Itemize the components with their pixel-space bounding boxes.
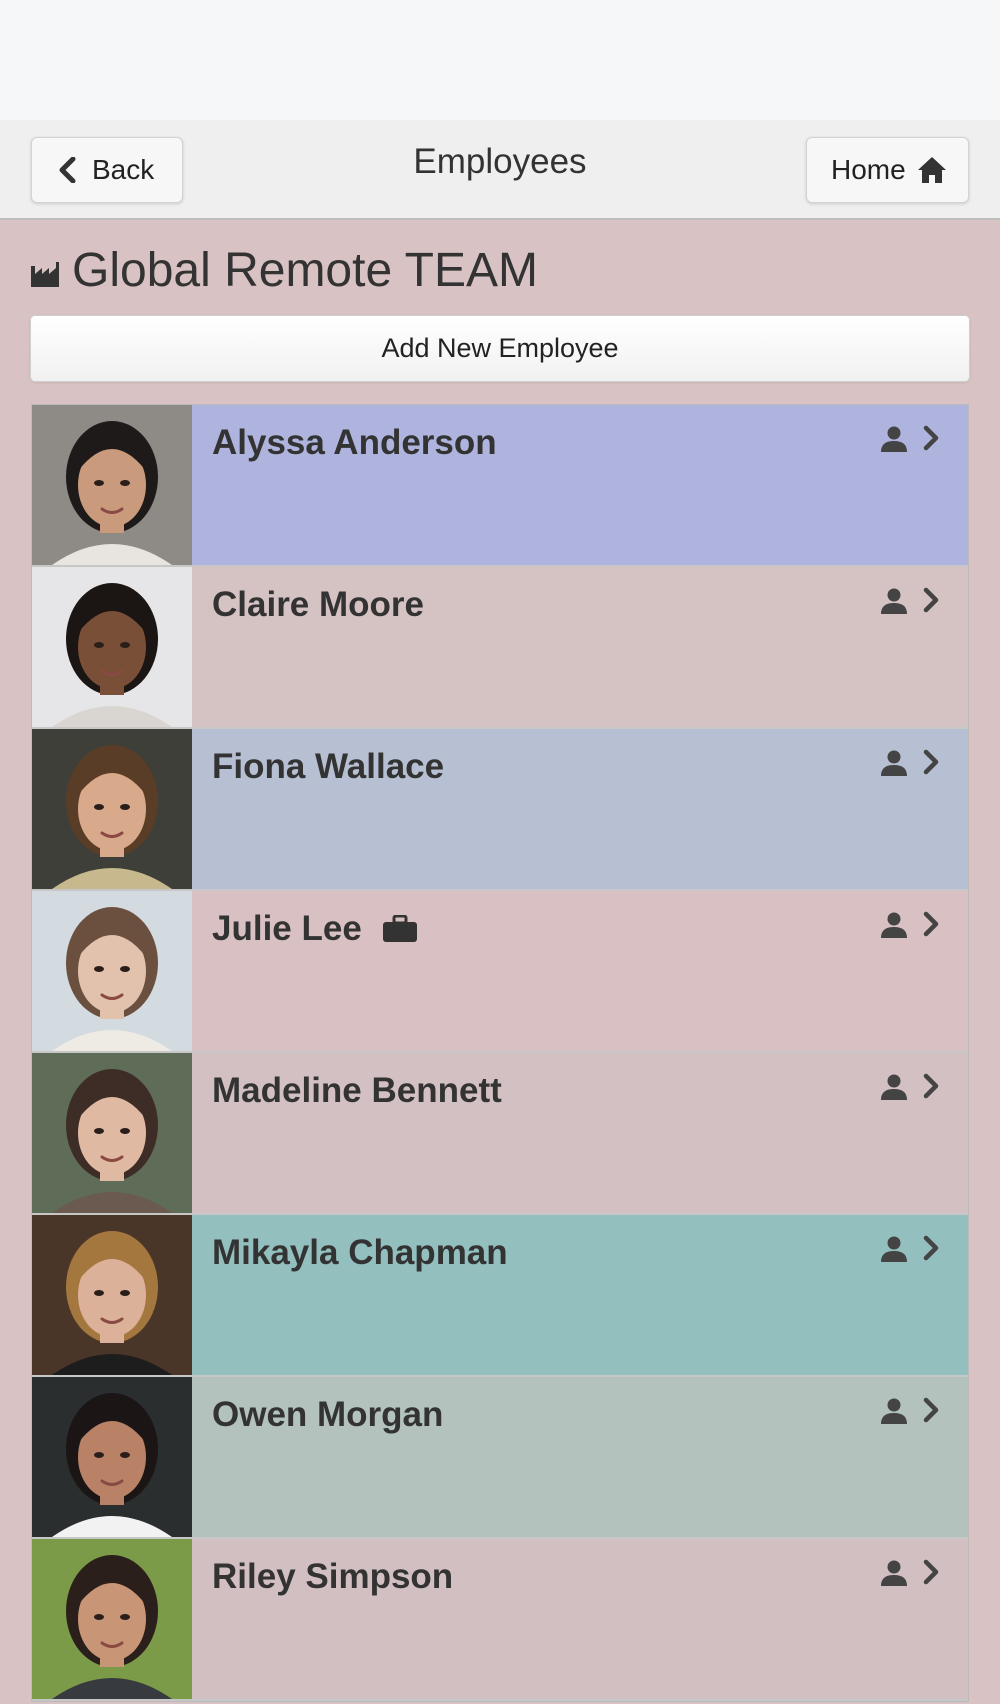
employee-photo	[32, 1053, 192, 1213]
employee-name-container: Riley Simpson	[212, 1557, 453, 1597]
employee-row[interactable]: Claire Moore	[32, 567, 968, 729]
employee-name-container: Mikayla Chapman	[212, 1233, 508, 1273]
portrait-image	[32, 567, 192, 727]
person-icon	[881, 750, 907, 776]
chevron-right-icon	[923, 749, 939, 775]
chevron-right-icon	[923, 1073, 939, 1099]
employee-name-container: Madeline Bennett	[212, 1071, 502, 1111]
person-icon	[881, 588, 907, 614]
employee-row[interactable]: Fiona Wallace	[32, 729, 968, 891]
employee-photo	[32, 729, 192, 889]
factory-icon	[31, 262, 59, 287]
home-icon	[917, 157, 946, 183]
employee-list: Alyssa Anderson Claire Moore Fiona Walla…	[31, 404, 969, 1702]
employee-name-container: Alyssa Anderson	[212, 423, 497, 463]
employee-name: Claire Moore	[212, 585, 424, 624]
employee-row[interactable]: Madeline Bennett	[32, 1053, 968, 1215]
employee-photo	[32, 567, 192, 727]
portrait-image	[32, 891, 192, 1051]
employee-row[interactable]: Alyssa Anderson	[32, 405, 968, 567]
person-icon	[881, 426, 907, 452]
employee-photo	[32, 1377, 192, 1537]
home-button[interactable]: Home	[806, 137, 969, 203]
employee-photo	[32, 891, 192, 1051]
chevron-right-icon	[923, 911, 939, 937]
chevron-right-icon	[923, 425, 939, 451]
chevron-right-icon	[923, 1235, 939, 1261]
portrait-image	[32, 729, 192, 889]
employee-photo	[32, 1539, 192, 1699]
employee-photo	[32, 1215, 192, 1375]
person-icon	[881, 1560, 907, 1586]
employee-row[interactable]: Julie Lee	[32, 891, 968, 1053]
portrait-image	[32, 1539, 192, 1699]
employee-row[interactable]: Mikayla Chapman	[32, 1215, 968, 1377]
portrait-image	[32, 1377, 192, 1537]
briefcase-icon	[382, 915, 417, 942]
portrait-image	[32, 1053, 192, 1213]
chevron-right-icon	[923, 1559, 939, 1585]
employee-row[interactable]: Owen Morgan	[32, 1377, 968, 1539]
status-bar-area	[0, 0, 1000, 120]
employee-name-container: Owen Morgan	[212, 1395, 443, 1435]
header-bar: Back Employees Home	[0, 120, 1000, 220]
portrait-image	[32, 1215, 192, 1375]
home-button-label: Home	[831, 154, 906, 185]
employee-name: Julie Lee	[212, 909, 362, 948]
employee-name: Alyssa Anderson	[212, 423, 497, 462]
person-icon	[881, 1074, 907, 1100]
chevron-right-icon	[923, 587, 939, 613]
employee-row[interactable]: Riley Simpson	[32, 1539, 968, 1701]
employee-name: Mikayla Chapman	[212, 1233, 508, 1272]
employee-name: Owen Morgan	[212, 1395, 444, 1434]
team-name: Global Remote TEAM	[72, 243, 538, 297]
person-icon	[881, 1398, 907, 1424]
team-heading: Global Remote TEAM	[30, 240, 538, 300]
person-icon	[881, 912, 907, 938]
chevron-right-icon	[923, 1397, 939, 1423]
portrait-image	[32, 405, 192, 565]
employee-name-container: Julie Lee	[212, 909, 418, 949]
employee-name: Fiona Wallace	[212, 747, 445, 786]
employee-name: Riley Simpson	[212, 1557, 454, 1596]
employee-photo	[32, 405, 192, 565]
person-icon	[881, 1236, 907, 1262]
employee-name: Madeline Bennett	[212, 1071, 502, 1110]
add-new-employee-button[interactable]: Add New Employee	[30, 315, 970, 382]
employee-name-container: Claire Moore	[212, 585, 424, 625]
employee-name-container: Fiona Wallace	[212, 747, 444, 787]
